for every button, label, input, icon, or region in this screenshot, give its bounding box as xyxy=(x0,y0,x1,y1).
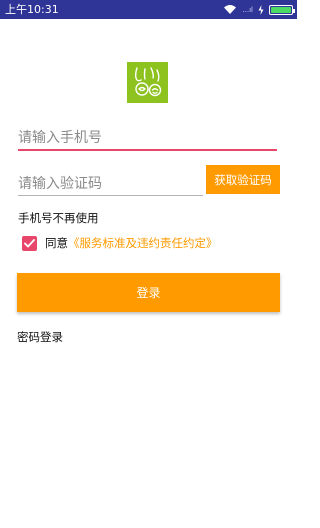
phone-input[interactable] xyxy=(18,126,277,150)
wifi-icon xyxy=(224,5,237,14)
agreement-prefix: 同意 xyxy=(45,236,68,250)
battery-level xyxy=(271,6,291,13)
verification-code-input[interactable] xyxy=(18,173,203,195)
battery-tip xyxy=(293,8,295,13)
agreement-terms-link[interactable]: 《服务标准及违约责任约定》 xyxy=(68,236,218,250)
get-code-button[interactable]: 获取验证码 xyxy=(206,165,280,194)
code-underline xyxy=(18,195,203,196)
checkmark-icon xyxy=(24,238,35,247)
phone-unused-link[interactable]: 手机号不再使用 xyxy=(18,211,99,225)
battery-icon xyxy=(269,4,295,15)
status-bar: 上午10:31 ...ıl xyxy=(0,0,297,19)
signal-text: ...ıl xyxy=(242,5,253,14)
agreement-row: 同意 《服务标准及违约责任约定》 xyxy=(22,235,218,251)
logo-art xyxy=(134,67,162,97)
charging-icon xyxy=(258,4,264,15)
password-login-link[interactable]: 密码登录 xyxy=(17,330,63,344)
status-icons: ...ıl xyxy=(223,3,295,16)
agreement-checkbox[interactable] xyxy=(22,235,37,251)
app-logo-icon xyxy=(127,62,168,103)
phone-underline xyxy=(18,149,277,151)
status-time: 上午10:31 xyxy=(5,3,59,16)
login-button[interactable]: 登录 xyxy=(17,273,280,312)
